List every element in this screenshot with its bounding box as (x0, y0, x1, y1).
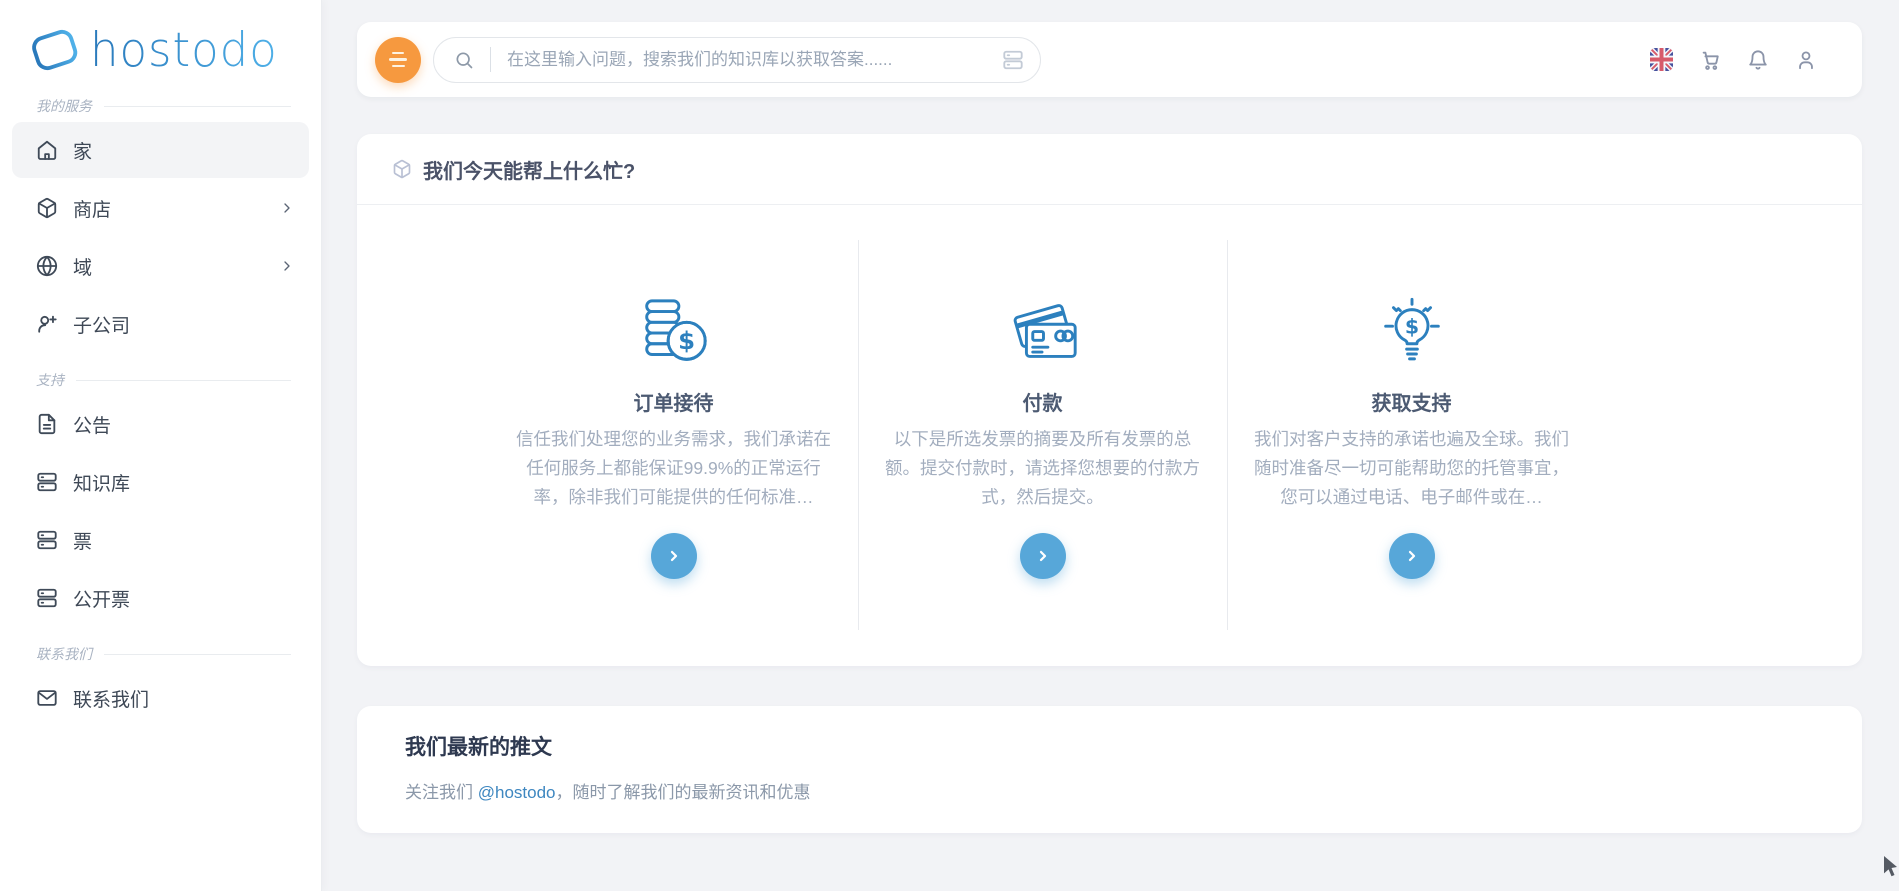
sidebar-item-label: 子公司 (73, 311, 130, 338)
sidebar-item-knowledgebase[interactable]: 知识库 (12, 454, 309, 510)
search-icon (454, 50, 474, 70)
sidebar-item-open-ticket[interactable]: 公开票 (12, 570, 309, 626)
tweets-text-before: 关注我们 (405, 783, 478, 802)
cart-button[interactable] (1699, 49, 1721, 71)
feature-support: $ 获取支持 我们对客户支持的承诺也遍及全球。我们随时准备尽一切可能帮助您的托管… (1227, 205, 1596, 666)
hostodo-twitter-link[interactable]: @hostodo (478, 783, 556, 802)
topbar-actions (1650, 48, 1817, 71)
chevron-right-icon (666, 548, 682, 564)
tweets-subtitle: 关注我们 @hostodo，随时了解我们的最新资讯和优惠 (405, 778, 1862, 803)
chevron-right-icon (279, 258, 295, 274)
feature-title: 付款 (858, 387, 1227, 416)
sidebar-item-tickets[interactable]: 票 (12, 512, 309, 568)
svg-text:$: $ (678, 326, 695, 355)
search-bar[interactable] (433, 37, 1041, 83)
server-icon (36, 529, 58, 551)
uk-flag-icon (1650, 48, 1673, 71)
globe-icon (36, 255, 58, 277)
mail-icon (36, 687, 58, 709)
feature-orders-go-button[interactable] (651, 533, 697, 579)
chevron-right-icon (279, 200, 295, 216)
feature-payments: 付款 以下是所选发票的摘要及所有发票的总额。提交付款时，请选择您想要的付款方式，… (858, 205, 1227, 666)
feature-payments-go-button[interactable] (1020, 533, 1066, 579)
sidebar-item-label: 公开票 (73, 585, 130, 612)
feature-title: 获取支持 (1227, 387, 1596, 416)
feature-text: 以下是所选发票的摘要及所有发票的总额。提交付款时，请选择您想要的付款方式，然后提… (883, 425, 1203, 512)
help-card-header: 我们今天能帮上什么忙? (357, 134, 1862, 205)
menu-toggle-button[interactable] (375, 37, 421, 83)
tweets-text-after: ，随时了解我们的最新资讯和优惠 (556, 783, 811, 802)
sidebar-section-contact: 联系我们 (36, 644, 291, 664)
feature-title: 订单接待 (489, 387, 858, 416)
tweets-title: 我们最新的推文 (405, 731, 1862, 761)
sidebar-item-label: 家 (73, 137, 92, 164)
coins-dollar-icon: $ (635, 295, 713, 373)
sidebar-item-label: 公告 (73, 411, 111, 438)
sidebar-item-contact-us[interactable]: 联系我们 (12, 670, 309, 726)
feature-support-go-button[interactable] (1389, 533, 1435, 579)
notifications-button[interactable] (1747, 49, 1769, 71)
server-icon (36, 471, 58, 493)
file-text-icon (36, 413, 58, 435)
sidebar-item-home[interactable]: 家 (12, 122, 309, 178)
bell-icon (1747, 49, 1769, 71)
feature-text: 我们对客户支持的承诺也遍及全球。我们随时准备尽一切可能帮助您的托管事宜，您可以通… (1252, 425, 1572, 512)
credit-cards-icon (1004, 295, 1082, 373)
tweets-card: 我们最新的推文 关注我们 @hostodo，随时了解我们的最新资讯和优惠 (357, 706, 1862, 833)
user-icon (1795, 49, 1817, 71)
sidebar-item-label: 域 (73, 253, 92, 280)
box-icon (392, 159, 412, 179)
home-icon (36, 139, 58, 161)
help-card-title: 我们今天能帮上什么忙? (423, 155, 635, 184)
sidebar-item-domains[interactable]: 域 (12, 238, 309, 294)
server-icon (36, 587, 58, 609)
topbar (357, 22, 1862, 97)
search-input[interactable] (507, 50, 992, 70)
sidebar-item-label: 票 (73, 527, 92, 554)
sidebar: hostodo 我的服务 家 商店 域 子公司 支持 (0, 0, 322, 891)
sidebar-item-store[interactable]: 商店 (12, 180, 309, 236)
sidebar-section-support: 支持 (36, 370, 291, 390)
package-icon (36, 197, 58, 219)
language-flag-button[interactable] (1650, 48, 1673, 71)
sidebar-item-affiliates[interactable]: 子公司 (12, 296, 309, 352)
chevron-right-icon (1404, 548, 1420, 564)
sidebar-item-label: 知识库 (73, 469, 130, 496)
paper-plane-logo-icon (28, 22, 82, 76)
sidebar-section-my-services: 我的服务 (36, 96, 291, 116)
feature-orders: $ 订单接待 信任我们处理您的业务需求，我们承诺在任何服务上都能保证99.9%的… (489, 205, 858, 666)
sidebar-item-label: 联系我们 (73, 685, 149, 712)
sidebar-item-label: 商店 (73, 195, 111, 222)
account-button[interactable] (1795, 49, 1817, 71)
brand-logo[interactable]: hostodo (28, 20, 321, 78)
hamburger-icon (392, 52, 404, 55)
user-plus-icon (36, 313, 58, 335)
search-divider (490, 47, 491, 72)
chevron-right-icon (1035, 548, 1051, 564)
sidebar-item-announcements[interactable]: 公告 (12, 396, 309, 452)
help-card: 我们今天能帮上什么忙? $ 订单接待 信 (357, 134, 1862, 666)
mouse-cursor (1884, 856, 1899, 880)
knowledgebase-icon (1002, 49, 1024, 71)
svg-text:$: $ (1404, 315, 1418, 339)
help-columns: $ 订单接待 信任我们处理您的业务需求，我们承诺在任何服务上都能保证99.9%的… (489, 205, 1596, 666)
brand-wordmark: hostodo (90, 25, 278, 72)
bulb-dollar-icon: $ (1373, 295, 1451, 373)
feature-text: 信任我们处理您的业务需求，我们承诺在任何服务上都能保证99.9%的正常运行率，除… (514, 425, 834, 512)
cart-icon (1699, 49, 1721, 71)
